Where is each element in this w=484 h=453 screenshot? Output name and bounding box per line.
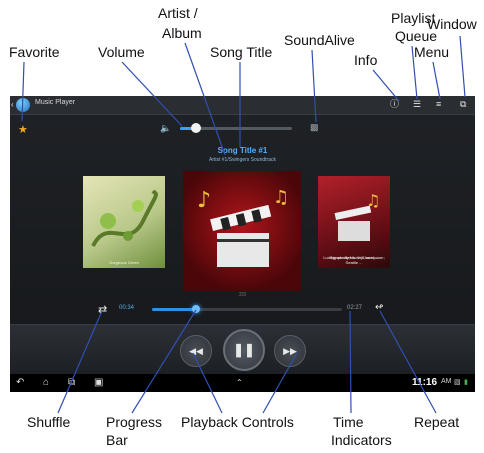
callout-leader-lines	[21, 35, 466, 414]
